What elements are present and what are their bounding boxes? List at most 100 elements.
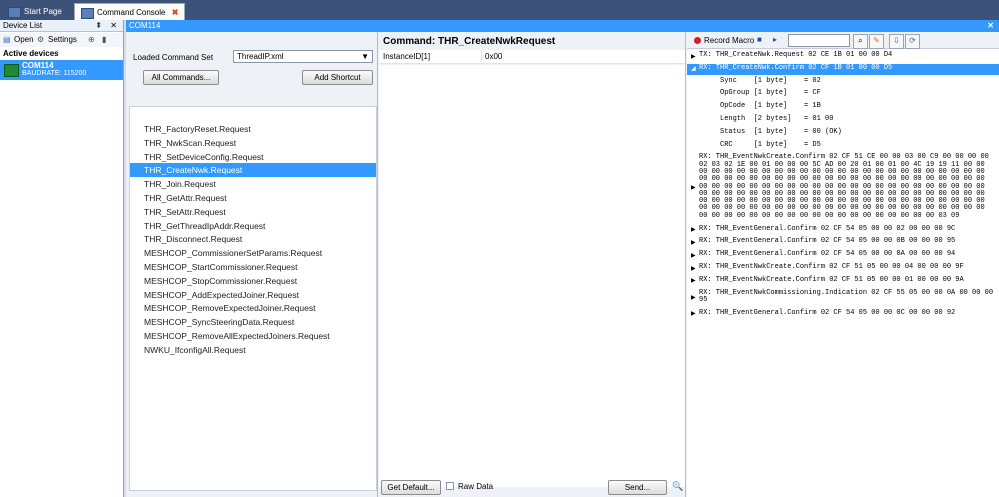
search-icon[interactable]: ⌕: [853, 34, 868, 49]
raw-data-checkbox[interactable]: [446, 482, 454, 490]
param-row[interactable]: InstanceID[1] 0x00: [379, 50, 685, 64]
search-icon[interactable]: 🔍: [672, 481, 683, 492]
list-item[interactable]: MESHCOP_RemoveAllExpectedJoiners.Request: [130, 329, 376, 343]
expand-icon[interactable]: ▶: [691, 264, 696, 274]
log-entry[interactable]: ▶ RX: THR_EventNwkCreate.Confirm 02 CF 51…: [687, 153, 999, 223]
send-button[interactable]: Send...: [608, 480, 667, 495]
log-text: RX: THR_CreateNwk.Confirm 02 CF 1B 01 00…: [699, 63, 893, 72]
raw-data-label: Raw Data: [458, 482, 494, 491]
add-device-icon[interactable]: ⊕: [88, 33, 95, 47]
log-entry[interactable]: ▶ RX: THR_EventGeneral.Confirm 02 CF 54 0…: [687, 237, 999, 248]
expand-icon[interactable]: ▶: [691, 293, 696, 303]
refresh-icon[interactable]: ⟳: [905, 34, 920, 49]
highlight-icon[interactable]: ✎: [869, 34, 884, 49]
log-text: RX: THR_EventGeneral.Confirm 02 CF 54 05…: [699, 308, 956, 317]
pane-controls[interactable]: ⇞ ✕: [95, 20, 120, 32]
expand-icon[interactable]: ▶: [691, 52, 696, 62]
list-item[interactable]: THR_NwkScan.Request: [130, 136, 376, 150]
disconnect-icon[interactable]: ▮: [102, 33, 106, 47]
param-value-field[interactable]: 0x00: [485, 52, 502, 61]
document-tab-strip: Start Page Command Console ✖: [0, 0, 999, 20]
list-item[interactable]: THR_Disconnect.Request: [130, 232, 376, 246]
list-item[interactable]: THR_CreateNwk.Request: [130, 163, 376, 178]
list-item[interactable]: THR_FactoryReset.Request: [130, 122, 376, 136]
log-text: RX: THR_EventNwkCreate.Confirm 02 CF 51 …: [699, 263, 964, 271]
device-item-com114[interactable]: COM114 BAUDRATE: 115200: [0, 60, 123, 80]
get-default-button[interactable]: Get Default...: [381, 480, 441, 495]
device-baudrate: BAUDRATE: 115200: [22, 70, 87, 77]
console-icon: [81, 8, 94, 19]
expand-icon[interactable]: ▶: [691, 251, 696, 261]
log-text: RX: THR_EventNwkCreate.Confirm 02 CF 51 …: [699, 275, 964, 284]
param-name: InstanceID[1]: [383, 52, 431, 61]
play-icon[interactable]: ▸: [773, 35, 777, 44]
command-list-pane: Loaded Command Set ThreadIP.xml ▼ All Co…: [126, 32, 378, 497]
command-console: COM114 ✕ Loaded Command Set ThreadIP.xml…: [126, 20, 999, 497]
list-item[interactable]: MESHCOP_SyncSteeringData.Request: [130, 315, 376, 329]
stop-icon[interactable]: ■: [757, 35, 762, 44]
list-item[interactable]: MESHCOP_StopCommissioner.Request: [130, 274, 376, 288]
console-header: COM114 ✕: [126, 20, 999, 32]
log-text: RX: THR_EventGeneral.Confirm 02 CF 54 05…: [699, 224, 956, 233]
settings-button[interactable]: Settings: [48, 33, 77, 47]
log-text: Status [1 byte] = 00 (OK): [699, 127, 842, 136]
open-button[interactable]: Open: [14, 33, 34, 47]
loaded-command-set-label: Loaded Command Set: [133, 53, 214, 62]
record-icon: [694, 37, 701, 44]
log-pane: Record Macro ■ ▸ ⌕ ✎ ⇩ ⟳ ▶ TX: THR_Create…: [687, 32, 999, 497]
list-item[interactable]: THR_SetAttr.Request: [130, 205, 376, 219]
log-entry[interactable]: ▶ RX: THR_EventGeneral.Confirm 02 CF 54 0…: [687, 309, 999, 320]
log-entry[interactable]: OpGroup [1 byte] = CF: [687, 89, 999, 100]
list-item[interactable]: MESHCOP_AddExpectedJoiner.Request: [130, 288, 376, 302]
log-entry[interactable]: CRC [1 byte] = D5: [687, 141, 999, 152]
board-icon: [4, 64, 19, 77]
parameter-grid: [379, 65, 685, 487]
expand-icon[interactable]: ▶: [691, 276, 696, 286]
list-item[interactable]: THR_Join.Request: [130, 177, 376, 191]
list-item[interactable]: MESHCOP_CommissionerSetParams.Request: [130, 246, 376, 260]
log-entry[interactable]: OpCode [1 byte] = 1B: [687, 102, 999, 113]
log-entry[interactable]: ◢ RX: THR_CreateNwk.Confirm 02 CF 1B 01 0…: [687, 63, 999, 76]
log-toolbar: Record Macro ■ ▸ ⌕ ✎ ⇩ ⟳: [687, 32, 999, 49]
folder-open-icon: ▤: [3, 35, 11, 44]
list-item[interactable]: NWKU_IfconfigAll.Request: [130, 343, 376, 357]
log-entry[interactable]: ▶ RX: THR_EventGeneral.Confirm 02 CF 54 0…: [687, 250, 999, 261]
expand-icon[interactable]: ▶: [691, 183, 696, 193]
device-list-header: Device List ⇞ ✕: [0, 20, 123, 32]
log-text: OpCode [1 byte] = 1B: [699, 102, 821, 111]
list-item[interactable]: THR_SetDeviceConfig.Request: [130, 150, 376, 164]
expand-icon[interactable]: ▶: [691, 309, 696, 319]
log-entry[interactable]: ▶ RX: THR_EventGeneral.Confirm 02 CF 54 0…: [687, 225, 999, 236]
start-page-icon: [8, 7, 21, 18]
log-entry[interactable]: Length [2 bytes] = 01 00: [687, 115, 999, 126]
close-icon[interactable]: ✕: [987, 20, 994, 32]
list-item[interactable]: MESHCOP_StartCommissioner.Request: [130, 260, 376, 274]
expand-icon[interactable]: ▶: [691, 225, 696, 235]
active-devices-header: Active devices: [3, 49, 59, 58]
download-icon[interactable]: ⇩: [889, 34, 904, 49]
command-list: THR_FactoryReset.Request THR_NwkScan.Requ…: [129, 106, 377, 491]
tab-start-page[interactable]: Start Page: [2, 3, 68, 20]
expand-icon[interactable]: ▶: [691, 238, 696, 248]
chevron-down-icon: ▼: [361, 52, 369, 61]
command-set-select[interactable]: ThreadIP.xml ▼: [233, 50, 373, 63]
device-list-toolbar: ▤ Open ⚙ Settings ⊕ ▮: [0, 33, 123, 47]
collapse-icon[interactable]: ◢: [691, 64, 696, 74]
log-entry[interactable]: ▶ TX: THR_CreateNwk.Request 02 CE 1B 01 0…: [687, 51, 999, 62]
log-entry[interactable]: Sync [1 byte] = 02: [687, 77, 999, 88]
all-commands-button[interactable]: All Commands...: [143, 70, 219, 85]
record-macro-button[interactable]: Record Macro: [704, 36, 754, 45]
list-item[interactable]: THR_GetThreadIpAddr.Request: [130, 219, 376, 233]
close-tab-icon[interactable]: ✖: [172, 8, 179, 17]
list-item[interactable]: THR_GetAttr.Request: [130, 191, 376, 205]
log-search-input[interactable]: [788, 34, 850, 47]
log-entry[interactable]: ▶ RX: THR_EventNwkCommissioning.Indicatio…: [687, 289, 999, 308]
log-entry[interactable]: ▶ RX: THR_EventNwkCreate.Confirm 02 CF 51…: [687, 263, 999, 274]
list-item[interactable]: MESHCOP_RemoveExpectedJoiner.Request: [130, 301, 376, 315]
add-shortcut-button[interactable]: Add Shortcut: [302, 70, 373, 85]
log-entry[interactable]: ▶ RX: THR_EventNwkCreate.Confirm 02 CF 51…: [687, 276, 999, 287]
log-entry[interactable]: Status [1 byte] = 00 (OK): [687, 128, 999, 139]
log-lines: ▶ TX: THR_CreateNwk.Request 02 CE 1B 01 0…: [687, 51, 999, 495]
tab-command-console[interactable]: Command Console ✖: [74, 3, 186, 20]
device-list-pane: Device List ⇞ ✕ ▤ Open ⚙ Settings ⊕ ▮ Ac…: [0, 20, 124, 497]
